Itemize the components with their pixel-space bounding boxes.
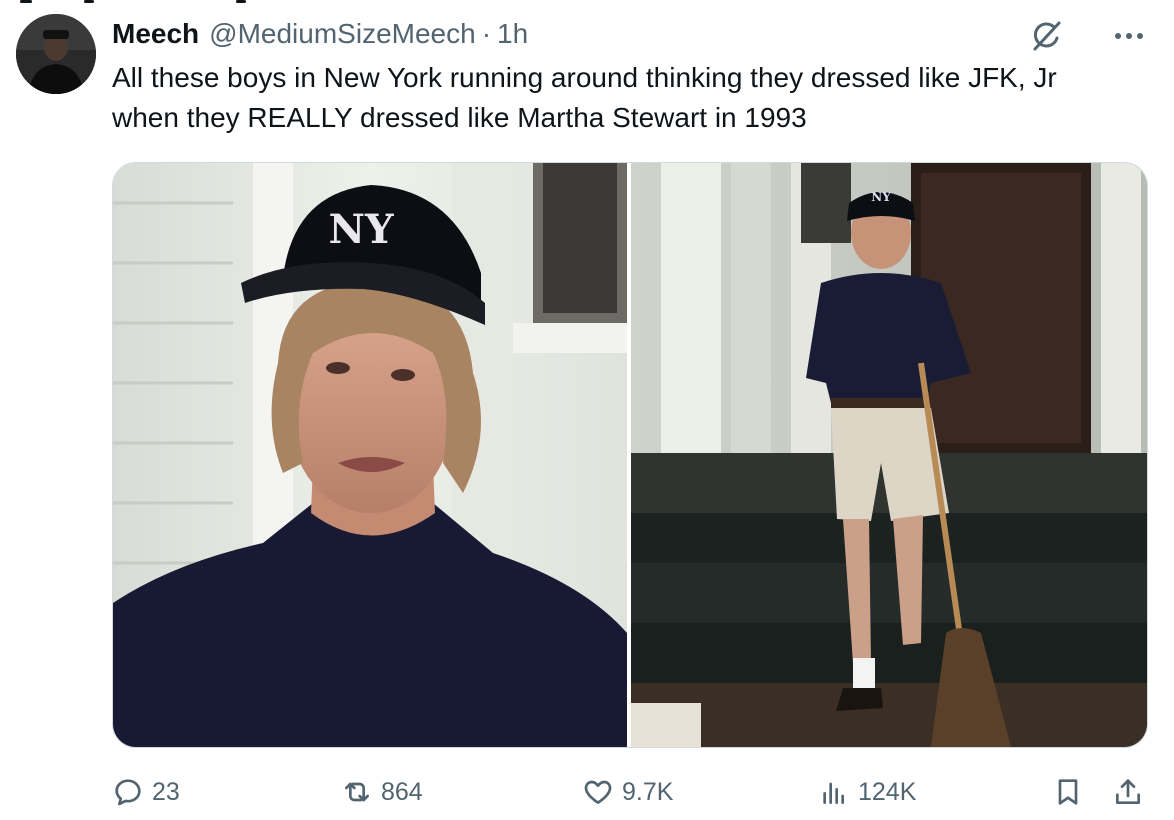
share-icon <box>1116 779 1140 804</box>
author-name[interactable]: Meech <box>112 18 199 50</box>
media-grid: NY NY <box>112 162 1148 748</box>
like-count: 9.7K <box>622 777 674 806</box>
views-button[interactable]: 124K <box>818 772 916 812</box>
tweet-text-line-1: All these boys in New York running aroun… <box>112 62 1057 93</box>
bookmark-button[interactable] <box>1052 772 1084 812</box>
timestamp[interactable]: 1h <box>497 18 528 50</box>
photo-closeup[interactable]: NY <box>113 163 627 747</box>
action-bar: 23 864 9.7K 124K <box>112 772 1152 812</box>
reply-button[interactable]: 23 <box>112 772 180 812</box>
views-count: 124K <box>858 777 917 806</box>
separator: · <box>481 18 492 49</box>
repost-count: 864 <box>381 777 423 806</box>
grok-icon[interactable] <box>1028 18 1064 54</box>
avatar[interactable] <box>16 14 96 94</box>
tweet-text-line-2: when they REALLY dressed like Martha Ste… <box>112 102 807 133</box>
like-button[interactable]: 9.7K <box>582 772 673 812</box>
cap-logo: NY <box>328 206 394 253</box>
heart-icon <box>584 780 612 804</box>
photo-porch[interactable]: NY <box>631 163 1147 747</box>
reply-icon <box>115 779 141 806</box>
cap-logo-small: NY <box>871 190 891 204</box>
views-icon <box>823 782 844 804</box>
tweet-text: All these boys in New York running aroun… <box>112 58 1162 138</box>
previous-tweet-edge <box>0 0 280 6</box>
more-icon[interactable] <box>1112 24 1146 48</box>
tweet-header: Meech @MediumSizeMeech · 1h <box>112 14 528 54</box>
share-button[interactable] <box>1112 772 1144 812</box>
reply-count: 23 <box>152 777 180 806</box>
bookmark-icon <box>1058 779 1078 805</box>
author-handle[interactable]: @MediumSizeMeech <box>209 18 476 50</box>
repost-button[interactable]: 864 <box>341 772 423 812</box>
repost-icon <box>345 782 369 802</box>
